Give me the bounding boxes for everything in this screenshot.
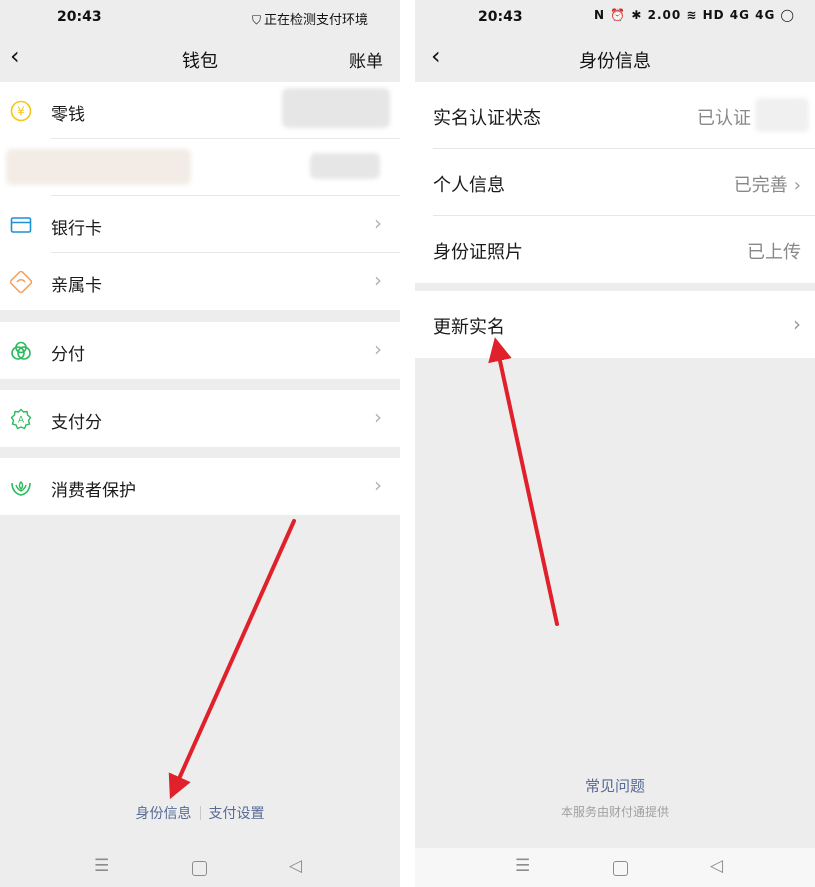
wallet-screen: 20:43 ⛉ 正在检测支付环境 ‹ 钱包 账单 ¥ 零钱 银行卡 › 亲属卡 … — [0, 0, 400, 887]
status-bar: 20:43 ⛉ 正在检测支付环境 — [0, 0, 400, 36]
payment-settings-link[interactable]: 支付设置 — [209, 803, 265, 823]
list-item-label: 亲属卡 — [51, 276, 102, 296]
chevron-right-icon: › — [374, 211, 382, 235]
list-item-verification-status[interactable]: 实名认证状态 已认证 — [415, 82, 815, 149]
list-item-label: 支付分 — [51, 413, 102, 433]
svg-text:A: A — [18, 416, 25, 426]
wallet-group-2: 分付 › — [0, 322, 400, 379]
list-item-label: 银行卡 — [51, 219, 102, 239]
list-item-label: 零钱 — [51, 105, 85, 125]
list-item-id-photo[interactable]: 身份证照片 已上传 — [415, 216, 815, 283]
identity-info-link[interactable]: 身份信息 — [136, 803, 192, 823]
redacted-value — [310, 153, 380, 179]
provider-text: 本服务由财付通提供 — [560, 805, 669, 819]
nav-bar: ‹ 钱包 账单 — [0, 36, 400, 82]
chevron-right-icon: › — [374, 405, 382, 429]
list-item-redacted[interactable] — [0, 139, 400, 196]
svg-text:¥: ¥ — [17, 105, 25, 119]
status-notice: ⛉ 正在检测支付环境 — [251, 13, 368, 28]
list-item-pay-score[interactable]: A 支付分 › — [0, 390, 400, 447]
coin-icon: ¥ — [10, 100, 32, 122]
list-item-bank-card[interactable]: 银行卡 › — [0, 196, 400, 253]
list-item-personal-info[interactable]: 个人信息 已完善 › — [415, 149, 815, 216]
bank-card-icon — [10, 214, 32, 236]
consumer-protection-icon — [10, 476, 32, 498]
list-item-label: 分付 — [51, 345, 85, 365]
page-title: 身份信息 — [579, 51, 651, 72]
chevron-right-icon: › — [793, 312, 801, 336]
back-triangle-icon[interactable]: ◁ — [289, 856, 302, 876]
wallet-group-1: ¥ 零钱 银行卡 › 亲属卡 › — [0, 82, 400, 310]
redacted-name — [755, 98, 809, 132]
list-item-family-card[interactable]: 亲属卡 › — [0, 253, 400, 310]
redacted-balance — [282, 88, 390, 128]
nav-bar: ‹ 身份信息 — [415, 36, 815, 82]
chevron-right-icon: › — [374, 337, 382, 361]
home-icon[interactable] — [613, 861, 628, 876]
system-nav-bar: ☰ ◁ — [415, 848, 815, 887]
chevron-right-icon: › — [793, 175, 801, 196]
footer-links: 身份信息 支付设置 — [0, 803, 400, 823]
menu-icon[interactable]: ☰ — [515, 856, 530, 876]
family-card-icon — [10, 271, 32, 293]
bills-button[interactable]: 账单 — [349, 47, 383, 72]
pay-score-icon: A — [10, 408, 32, 430]
chevron-right-icon: › — [374, 473, 382, 497]
system-nav-bar: ☰ ◁ — [0, 848, 400, 887]
faq-link[interactable]: 常见问题 — [415, 775, 815, 796]
row-label: 个人信息 — [433, 175, 505, 196]
fenfu-icon — [10, 340, 32, 362]
redacted-item — [6, 149, 191, 185]
list-item-consumer-protection[interactable]: 消费者保护 › — [0, 458, 400, 515]
menu-icon[interactable]: ☰ — [94, 856, 109, 876]
row-value: 已完善 › — [733, 175, 801, 196]
row-label: 更新实名 — [433, 317, 505, 338]
list-item-change[interactable]: ¥ 零钱 — [0, 82, 400, 139]
identity-info-card: 实名认证状态 已认证 个人信息 已完善 › 身份证照片 已上传 — [415, 82, 815, 283]
identity-info-screen: 20:43 N ⏰ ✱ 2.00 ≋ HD 4G 4G ◯ ‹ 身份信息 实名认… — [415, 0, 815, 887]
shield-icon: ⛉ — [251, 13, 261, 27]
wallet-group-3: A 支付分 › — [0, 390, 400, 447]
row-label: 身份证照片 — [433, 242, 523, 263]
page-title: 钱包 — [182, 51, 218, 72]
update-real-name-row[interactable]: 更新实名 › — [415, 291, 815, 358]
wallet-group-4: 消费者保护 › — [0, 458, 400, 515]
chevron-right-icon: › — [374, 268, 382, 292]
back-triangle-icon[interactable]: ◁ — [710, 856, 723, 876]
list-item-label: 消费者保护 — [51, 481, 136, 501]
list-item-fenfu[interactable]: 分付 › — [0, 322, 400, 379]
status-time: 20:43 — [57, 9, 102, 25]
update-card: 更新实名 › — [415, 291, 815, 358]
status-time: 20:43 — [478, 9, 523, 25]
status-bar: 20:43 N ⏰ ✱ 2.00 ≋ HD 4G 4G ◯ — [415, 0, 815, 36]
row-value: 已认证 — [697, 108, 751, 129]
row-value: 已上传 — [747, 242, 801, 263]
status-icons: N ⏰ ✱ 2.00 ≋ HD 4G 4G ◯ — [594, 8, 795, 22]
row-label: 实名认证状态 — [433, 108, 541, 129]
home-icon[interactable] — [192, 861, 207, 876]
